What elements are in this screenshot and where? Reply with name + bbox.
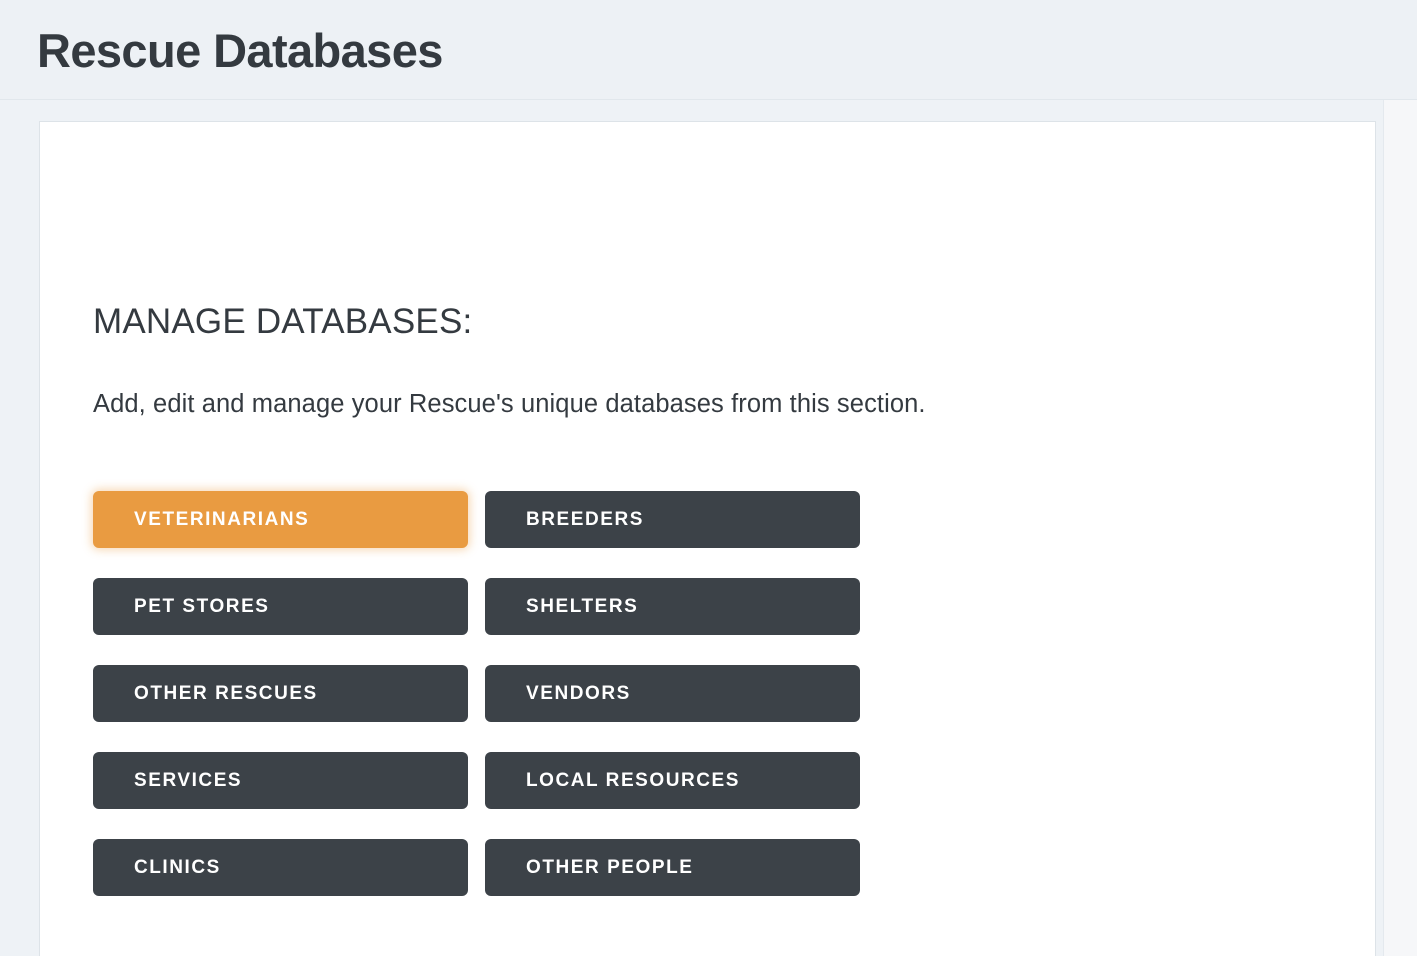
section-description: Add, edit and manage your Rescue's uniqu… xyxy=(93,390,926,418)
database-button-pet-stores[interactable]: PET STORES xyxy=(93,578,468,635)
database-button-row: OTHER RESCUES VENDORS xyxy=(93,665,861,722)
page-title: Rescue Databases xyxy=(37,24,443,77)
database-button-veterinarians[interactable]: VETERINARIANS xyxy=(93,491,468,548)
database-button-vendors[interactable]: VENDORS xyxy=(485,665,860,722)
page-header: Rescue Databases xyxy=(0,0,1417,100)
database-button-row: CLINICS OTHER PEOPLE xyxy=(93,839,861,896)
database-button-local-resources[interactable]: LOCAL RESOURCES xyxy=(485,752,860,809)
database-button-grid: VETERINARIANS BREEDERS PET STORES SHELTE… xyxy=(93,491,861,896)
database-button-other-rescues[interactable]: OTHER RESCUES xyxy=(93,665,468,722)
database-button-other-people[interactable]: OTHER PEOPLE xyxy=(485,839,860,896)
database-button-row: VETERINARIANS BREEDERS xyxy=(93,491,861,548)
right-rail xyxy=(1383,100,1417,956)
databases-content-card: MANAGE DATABASES: Add, edit and manage y… xyxy=(39,121,1376,956)
database-button-shelters[interactable]: SHELTERS xyxy=(485,578,860,635)
database-button-row: PET STORES SHELTERS xyxy=(93,578,861,635)
database-button-services[interactable]: SERVICES xyxy=(93,752,468,809)
database-button-breeders[interactable]: BREEDERS xyxy=(485,491,860,548)
database-button-row: SERVICES LOCAL RESOURCES xyxy=(93,752,861,809)
database-button-clinics[interactable]: CLINICS xyxy=(93,839,468,896)
section-heading: MANAGE DATABASES: xyxy=(93,302,473,341)
